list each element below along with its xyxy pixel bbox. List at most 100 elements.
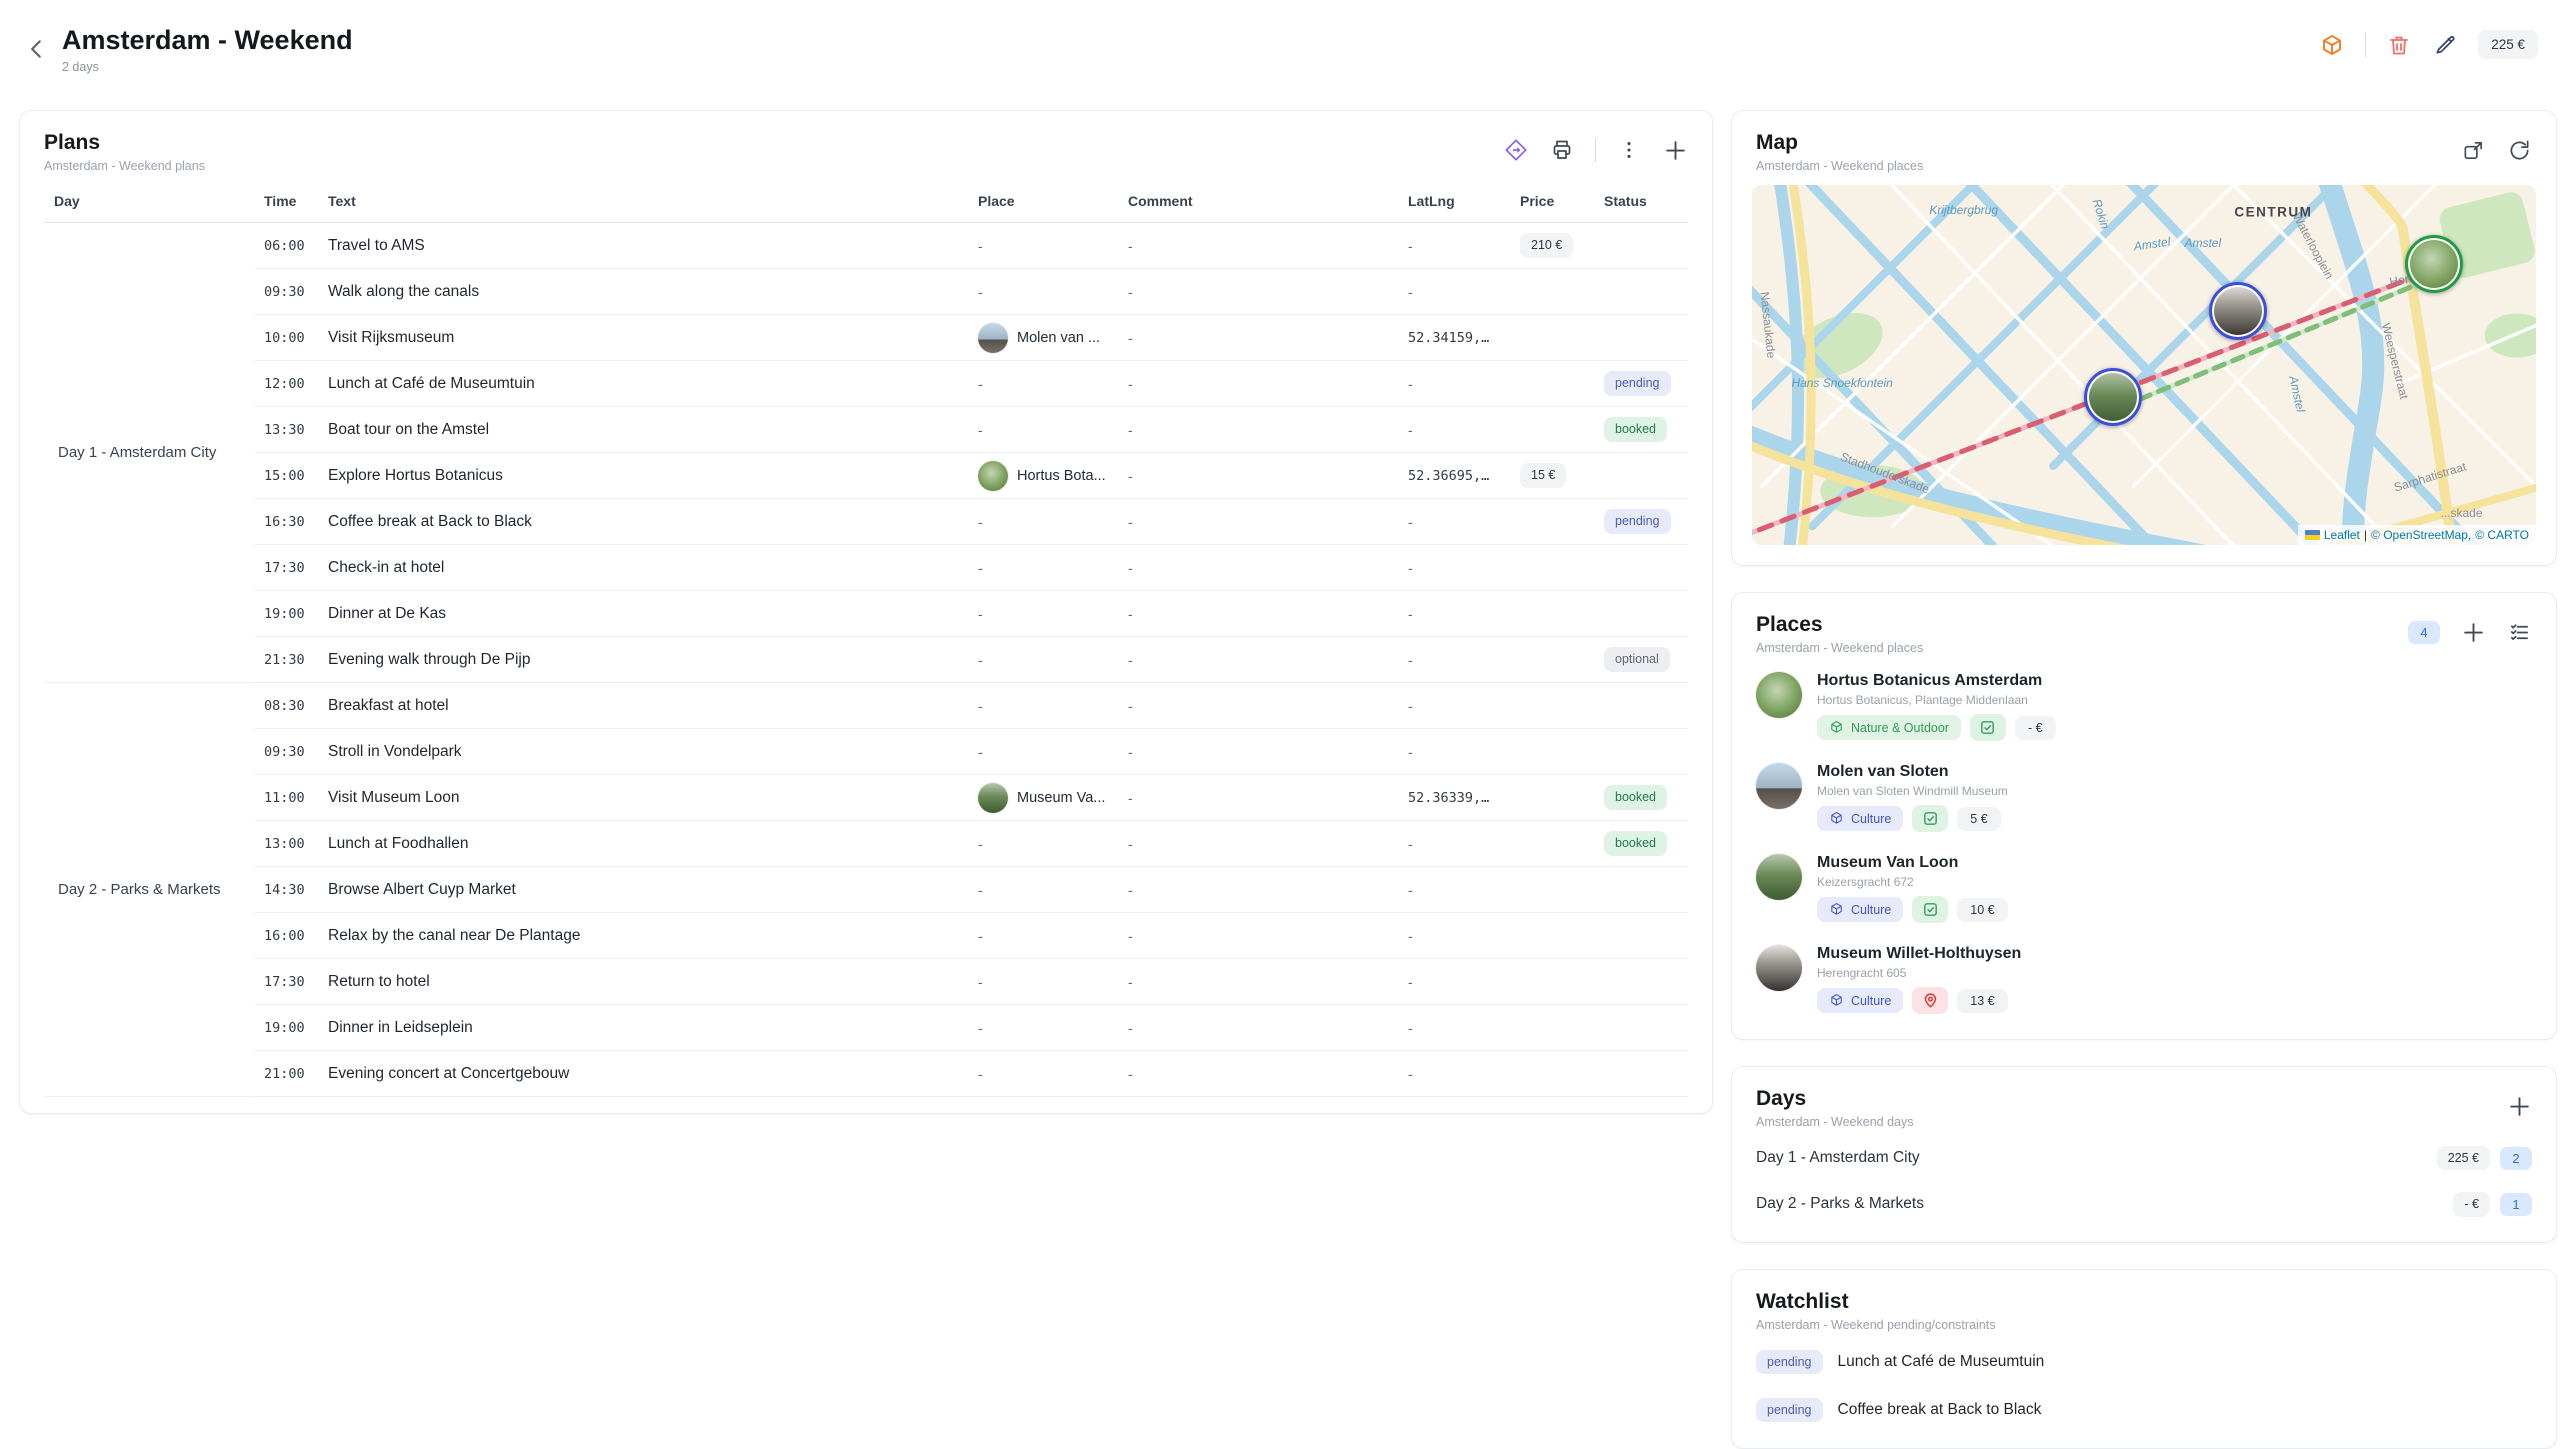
plan-row[interactable]: 21:00Evening concert at Concertgebouw---	[44, 1051, 1688, 1097]
plan-row[interactable]: 12:00Lunch at Café de Museumtuin---pendi…	[44, 361, 1688, 407]
plan-place[interactable]: Museum Va...	[968, 775, 1118, 821]
watchlist-item[interactable]: pending Coffee break at Back to Black	[1732, 1386, 2556, 1434]
plan-row[interactable]: 13:00Lunch at Foodhallen---booked	[44, 821, 1688, 867]
plan-row[interactable]: 11:00Visit Museum LoonMuseum Va...-52.36…	[44, 775, 1688, 821]
plan-row[interactable]: Day 2 - Parks & Markets08:30Breakfast at…	[44, 683, 1688, 729]
print-button[interactable]	[1549, 137, 1575, 163]
plan-latlng: 52.34159,…	[1398, 315, 1510, 361]
plan-price	[1510, 591, 1594, 637]
edit-trip-button[interactable]	[2432, 32, 2458, 58]
plan-row[interactable]: Day 1 - Amsterdam City06:00Travel to AMS…	[44, 223, 1688, 269]
plan-row[interactable]: 19:00Dinner in Leidseplein---	[44, 1005, 1688, 1051]
plan-place[interactable]: Molen van ...	[968, 315, 1118, 361]
plan-time: 09:30	[254, 729, 318, 775]
plan-text: Lunch at Foodhallen	[318, 821, 968, 867]
leaflet-link[interactable]: Leaflet	[2324, 528, 2360, 542]
category-cube-icon	[1829, 993, 1844, 1008]
plan-comment: -	[1118, 959, 1398, 1005]
plan-price	[1510, 683, 1594, 729]
status-badge: booked	[1604, 785, 1667, 809]
plan-place[interactable]: Hortus Bota...	[968, 453, 1118, 499]
map-expand-button[interactable]	[2460, 137, 2486, 163]
plan-row[interactable]: 10:00Visit RijksmuseumMolen van ...-52.3…	[44, 315, 1688, 361]
marker-museum-van-loon[interactable]	[2084, 368, 2142, 426]
plan-comment: -	[1118, 729, 1398, 775]
plan-status	[1594, 729, 1688, 775]
plan-place: -	[968, 499, 1118, 545]
delete-trip-button[interactable]	[2386, 32, 2412, 58]
category-cube-icon	[1829, 811, 1844, 826]
add-plan-button[interactable]	[1662, 137, 1688, 163]
place-address: Hortus Botanicus, Plantage Middenlaan	[1817, 693, 2056, 707]
place-item[interactable]: Museum Willet-Holthuysen Herengracht 605…	[1732, 934, 2556, 1025]
column-header-price[interactable]: Price	[1510, 185, 1594, 223]
carto-link[interactable]: © CARTO	[2475, 528, 2529, 542]
ukraine-flag-icon	[2305, 530, 2320, 540]
marker-museum-willet-holthuysen[interactable]	[2209, 282, 2267, 340]
place-name: Hortus Botanicus Amsterdam	[1817, 672, 2056, 690]
plan-time: 15:00	[254, 453, 318, 499]
map-refresh-button[interactable]	[2506, 137, 2532, 163]
place-price-badge: 5 €	[1957, 807, 2000, 831]
plan-row[interactable]: 19:00Dinner at De Kas---	[44, 591, 1688, 637]
column-header-place[interactable]: Place	[968, 185, 1118, 223]
map-canvas[interactable]: KrijtbergbrugRokinAmstelAmstelCENTRUMWat…	[1752, 185, 2536, 545]
column-header-text[interactable]: Text	[318, 185, 968, 223]
plan-price	[1510, 545, 1594, 591]
column-header-day[interactable]: Day	[44, 185, 254, 223]
plan-price: 210 €	[1510, 223, 1594, 269]
day-label: Day 1 - Amsterdam City	[1756, 1149, 1920, 1167]
place-check-badge[interactable]	[1970, 714, 2006, 741]
place-item[interactable]: Molen van Sloten Molen van Sloten Windmi…	[1732, 752, 2556, 843]
plan-row[interactable]: 09:30Walk along the canals---	[44, 269, 1688, 315]
plan-row[interactable]: 21:30Evening walk through De Pijp---opti…	[44, 637, 1688, 683]
column-header-latlng[interactable]: LatLng	[1398, 185, 1510, 223]
plan-place: -	[968, 1005, 1118, 1051]
plan-row[interactable]: 17:30Check-in at hotel---	[44, 545, 1688, 591]
plan-text: Check-in at hotel	[318, 545, 968, 591]
watchlist-panel: Watchlist Amsterdam - Weekend pending/co…	[1731, 1269, 2557, 1449]
places-list-view-button[interactable]	[2506, 619, 2532, 645]
plan-row[interactable]: 17:30Return to hotel---	[44, 959, 1688, 1005]
status-badge: pending	[1604, 509, 1671, 533]
plan-row[interactable]: 15:00Explore Hortus BotanicusHortus Bota…	[44, 453, 1688, 499]
day-item[interactable]: Day 2 - Parks & Markets - € 1	[1732, 1181, 2556, 1227]
place-check-badge[interactable]	[1912, 896, 1948, 923]
package-icon[interactable]	[2319, 32, 2345, 58]
marker-hortus-botanicus[interactable]	[2405, 235, 2463, 293]
route-optimize-button[interactable]	[1503, 137, 1529, 163]
plans-table: DayTimeTextPlaceCommentLatLngPriceStatus…	[44, 185, 1688, 1097]
plan-latlng: -	[1398, 683, 1510, 729]
back-button[interactable]	[24, 36, 52, 64]
plan-comment: -	[1118, 315, 1398, 361]
place-pin-badge[interactable]	[1912, 987, 1948, 1014]
plan-time: 21:30	[254, 637, 318, 683]
plan-status	[1594, 591, 1688, 637]
place-item[interactable]: Hortus Botanicus Amsterdam Hortus Botani…	[1732, 661, 2556, 752]
plan-row[interactable]: 16:30Coffee break at Back to Black---pen…	[44, 499, 1688, 545]
plan-row[interactable]: 13:30Boat tour on the Amstel---booked	[44, 407, 1688, 453]
day-group-label: Day 1 - Amsterdam City	[44, 223, 254, 683]
plan-row[interactable]: 16:00Relax by the canal near De Plantage…	[44, 913, 1688, 959]
add-place-button[interactable]	[2460, 619, 2486, 645]
watchlist-item[interactable]: pending Lunch at Café de Museumtuin	[1732, 1338, 2556, 1386]
plan-comment: -	[1118, 1051, 1398, 1097]
places-panel: Places Amsterdam - Weekend places 4 Hort…	[1731, 592, 2557, 1040]
kebab-menu-icon	[1618, 139, 1640, 161]
plan-latlng: -	[1398, 959, 1510, 1005]
osm-link[interactable]: © OpenStreetMap,	[2371, 528, 2471, 542]
place-item[interactable]: Museum Van Loon Keizersgracht 672 Cultur…	[1732, 843, 2556, 934]
column-header-status[interactable]: Status	[1594, 185, 1688, 223]
place-check-badge[interactable]	[1912, 805, 1948, 832]
plan-time: 17:30	[254, 959, 318, 1005]
plan-row[interactable]: 14:30Browse Albert Cuyp Market---	[44, 867, 1688, 913]
plans-menu-button[interactable]	[1616, 137, 1642, 163]
day-item[interactable]: Day 1 - Amsterdam City 225 € 2	[1732, 1135, 2556, 1181]
watchlist-text: Coffee break at Back to Black	[1838, 1401, 2042, 1419]
add-day-button[interactable]	[2506, 1093, 2532, 1119]
plan-comment: -	[1118, 269, 1398, 315]
column-header-time[interactable]: Time	[254, 185, 318, 223]
place-photo	[1756, 945, 1802, 991]
plan-row[interactable]: 09:30Stroll in Vondelpark---	[44, 729, 1688, 775]
column-header-comment[interactable]: Comment	[1118, 185, 1398, 223]
